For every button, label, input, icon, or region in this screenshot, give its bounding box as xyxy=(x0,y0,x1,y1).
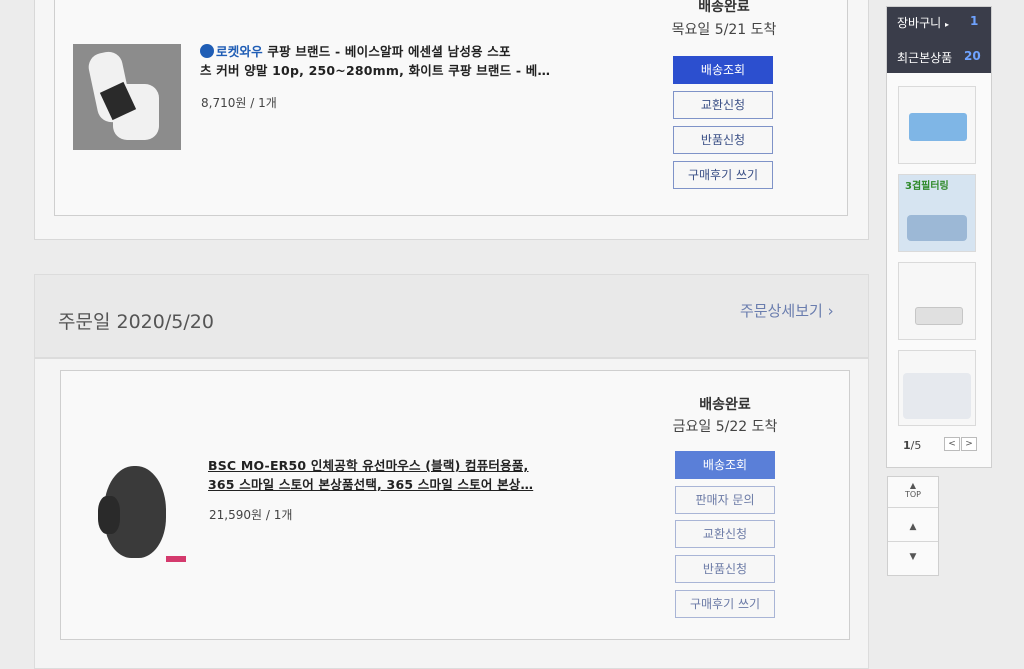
recent-product-thumb[interactable]: 3겹필터링 xyxy=(898,174,976,252)
seller-inquiry-button[interactable]: 판매자 문의 xyxy=(675,486,775,514)
product-price-1: 8,710원 / 1개 xyxy=(201,96,277,110)
return-request-button-2[interactable]: 반품신청 xyxy=(675,555,775,583)
up-icon: ▲ xyxy=(909,522,917,532)
cart-arrow-icon: ▸ xyxy=(945,20,950,29)
recent-product-thumb[interactable] xyxy=(898,86,976,164)
recent-products-link[interactable]: 최근본상품 xyxy=(897,49,952,66)
write-review-button-2[interactable]: 구매후기 쓰기 xyxy=(675,590,775,618)
order-detail-link[interactable]: 주문상세보기 › xyxy=(740,300,834,321)
delivery-eta-2: 금요일 5/22 도착 xyxy=(672,419,778,435)
rocket-wow-icon xyxy=(200,44,214,58)
cart-link[interactable]: 장바구니 ▸ xyxy=(897,14,949,31)
product-price-2: 21,590원 / 1개 xyxy=(209,508,293,522)
delivery-status-1: 배송완료 xyxy=(698,0,750,15)
scroll-down-button[interactable]: ▼ xyxy=(887,552,939,562)
scroll-up-button[interactable]: ▲ xyxy=(887,522,939,532)
recent-product-thumb[interactable] xyxy=(898,350,976,426)
scroll-top-button[interactable]: ▲ TOP xyxy=(887,481,939,499)
delivery-status-2: 배송완료 xyxy=(699,397,751,413)
track-delivery-button-2[interactable]: 배송조회 xyxy=(675,451,775,479)
product-name-link-1[interactable]: 로켓와우 쿠팡 브랜드 - 베이스알파 에센셜 남성용 스포 츠 커버 양말 1… xyxy=(200,42,590,80)
up-icon: ▲ xyxy=(909,481,917,490)
down-icon: ▼ xyxy=(909,552,917,562)
exchange-request-button-1[interactable]: 교환신청 xyxy=(673,91,773,119)
product-image-mouse[interactable] xyxy=(98,458,188,566)
cart-count: 1 xyxy=(970,14,979,28)
recent-pager: 1/5 xyxy=(903,439,922,452)
delivery-eta-1: 목요일 5/21 도착 xyxy=(671,22,777,38)
return-request-button-1[interactable]: 반품신청 xyxy=(673,126,773,154)
product-name-link-2[interactable]: BSC MO-ER50 인체공학 유선마우스 (블랙) 컴퓨터용품, 365 스… xyxy=(208,456,598,494)
exchange-request-button-2[interactable]: 교환신청 xyxy=(675,520,775,548)
order-date: 주문일 2020/5/20 xyxy=(58,311,214,333)
prev-page-button[interactable]: < xyxy=(944,437,960,451)
product-image-socks[interactable] xyxy=(73,44,181,150)
track-delivery-button-1[interactable]: 배송조회 xyxy=(673,56,773,84)
write-review-button-1[interactable]: 구매후기 쓰기 xyxy=(673,161,773,189)
recent-product-thumb[interactable] xyxy=(898,262,976,340)
recent-count: 20 xyxy=(964,49,981,63)
next-page-button[interactable]: > xyxy=(961,437,977,451)
chevron-right-icon: › xyxy=(827,302,834,320)
